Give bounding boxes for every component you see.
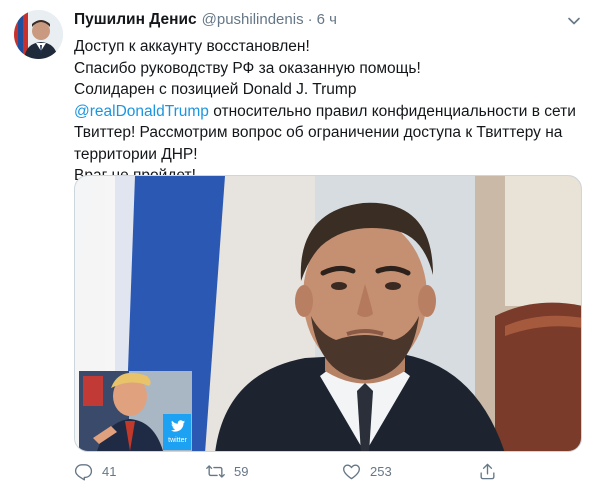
like-count: 253 [370, 463, 392, 479]
tweet-line-rest: относительно правил конфиденциальности в… [208, 102, 576, 120]
share-button[interactable] [478, 459, 497, 483]
chevron-down-icon[interactable] [566, 13, 582, 29]
tweet-line: Солидарен с позицией Donald J. Trump [74, 81, 357, 98]
photo-illustration [75, 176, 581, 451]
tweet-line: Доступ к аккаунту восстановлен! [74, 38, 310, 55]
reply-button[interactable]: 41 [74, 459, 116, 483]
tweet-header: Пушилин Денис @pushilindenis · 6 ч [74, 11, 337, 31]
inset-twitter-label: twitter [168, 437, 187, 444]
tweet-line-with-mention: @realDonaldTrump относительно правил кон… [74, 101, 576, 123]
avatar-image [14, 10, 63, 59]
tweet-text: Доступ к аккаунту восстановлен! Спасибо … [74, 36, 576, 187]
heart-icon [343, 463, 360, 479]
avatar[interactable] [14, 10, 63, 59]
reply-icon [74, 463, 93, 480]
like-button[interactable]: 253 [342, 459, 392, 483]
retweet-button[interactable]: 59 [206, 459, 248, 483]
reply-count: 41 [102, 463, 117, 479]
tweet-line: территории ДНР! [74, 145, 198, 163]
author-name[interactable]: Пушилин Денис [74, 11, 197, 29]
tweet-line: Спасибо руководству РФ за оказанную помо… [74, 59, 421, 77]
author-handle[interactable]: @pushilindenis [202, 11, 304, 28]
retweet-icon [206, 464, 225, 478]
bird-icon [171, 420, 185, 432]
tweet-line: Твиттер! Рассмотрим вопрос об ограничени… [74, 124, 563, 141]
retweet-count: 59 [234, 463, 249, 479]
tweet-timestamp[interactable]: 6 ч [317, 11, 337, 28]
action-bar: 41 59 253 [74, 459, 514, 483]
tweet-image[interactable]: twitter [74, 175, 582, 452]
share-icon [480, 463, 495, 479]
mention-link[interactable]: @realDonaldTrump [74, 103, 209, 120]
separator-dot: · [307, 11, 313, 28]
tweet[interactable]: Пушилин Денис @pushilindenis · 6 ч Досту… [0, 0, 596, 491]
